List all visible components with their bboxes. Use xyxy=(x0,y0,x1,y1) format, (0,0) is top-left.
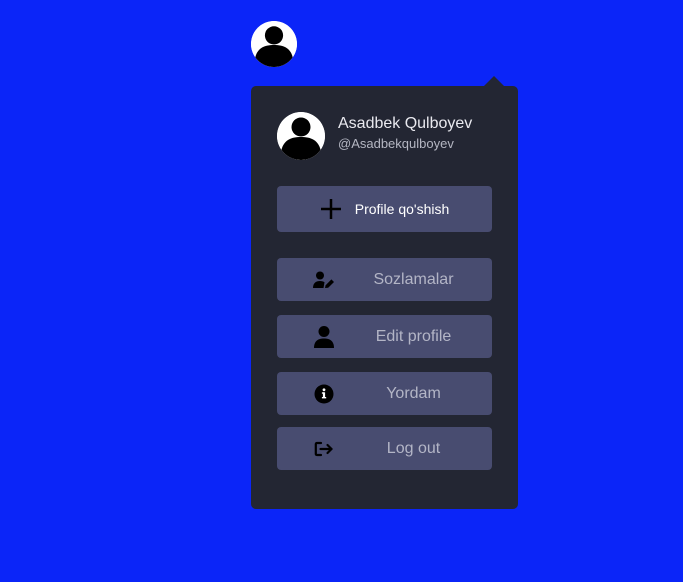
user-icon xyxy=(313,325,335,348)
menu-item-help[interactable]: Yordam xyxy=(277,372,492,415)
plus-icon xyxy=(320,199,341,219)
user-edit-icon xyxy=(313,269,335,291)
menu-item-edit-profile[interactable]: Edit profile xyxy=(277,315,492,358)
add-profile-label: Profile qo'shish xyxy=(354,201,450,217)
menu-item-label: Yordam xyxy=(386,384,441,402)
profile-dropdown-menu: Asadbek Qulboyev @Asadbekqulboyev Profil… xyxy=(251,86,518,509)
profile-handle: @Asadbekqulboyev xyxy=(338,135,454,151)
menu-item-logout[interactable]: Log out xyxy=(277,427,492,470)
menu-item-settings[interactable]: Sozlamalar xyxy=(277,258,492,301)
profile-name: Asadbek Qulboyev xyxy=(338,114,473,132)
profile-header: Asadbek Qulboyev @Asadbekqulboyev xyxy=(277,112,472,160)
info-circle-icon xyxy=(313,383,335,405)
profile-text: Asadbek Qulboyev @Asadbekqulboyev xyxy=(338,114,472,153)
menu-item-label: Log out xyxy=(386,439,441,457)
menu-item-label: Sozlamalar xyxy=(373,270,454,288)
add-profile-button[interactable]: Profile qo'shish xyxy=(277,186,492,232)
user-avatar-icon xyxy=(277,112,325,160)
menu-item-label: Edit profile xyxy=(375,327,452,345)
dropdown-arrow xyxy=(484,76,504,86)
user-avatar-icon xyxy=(251,21,297,67)
profile-avatar xyxy=(277,112,325,160)
logout-icon xyxy=(313,438,335,460)
header-avatar[interactable] xyxy=(251,21,297,67)
